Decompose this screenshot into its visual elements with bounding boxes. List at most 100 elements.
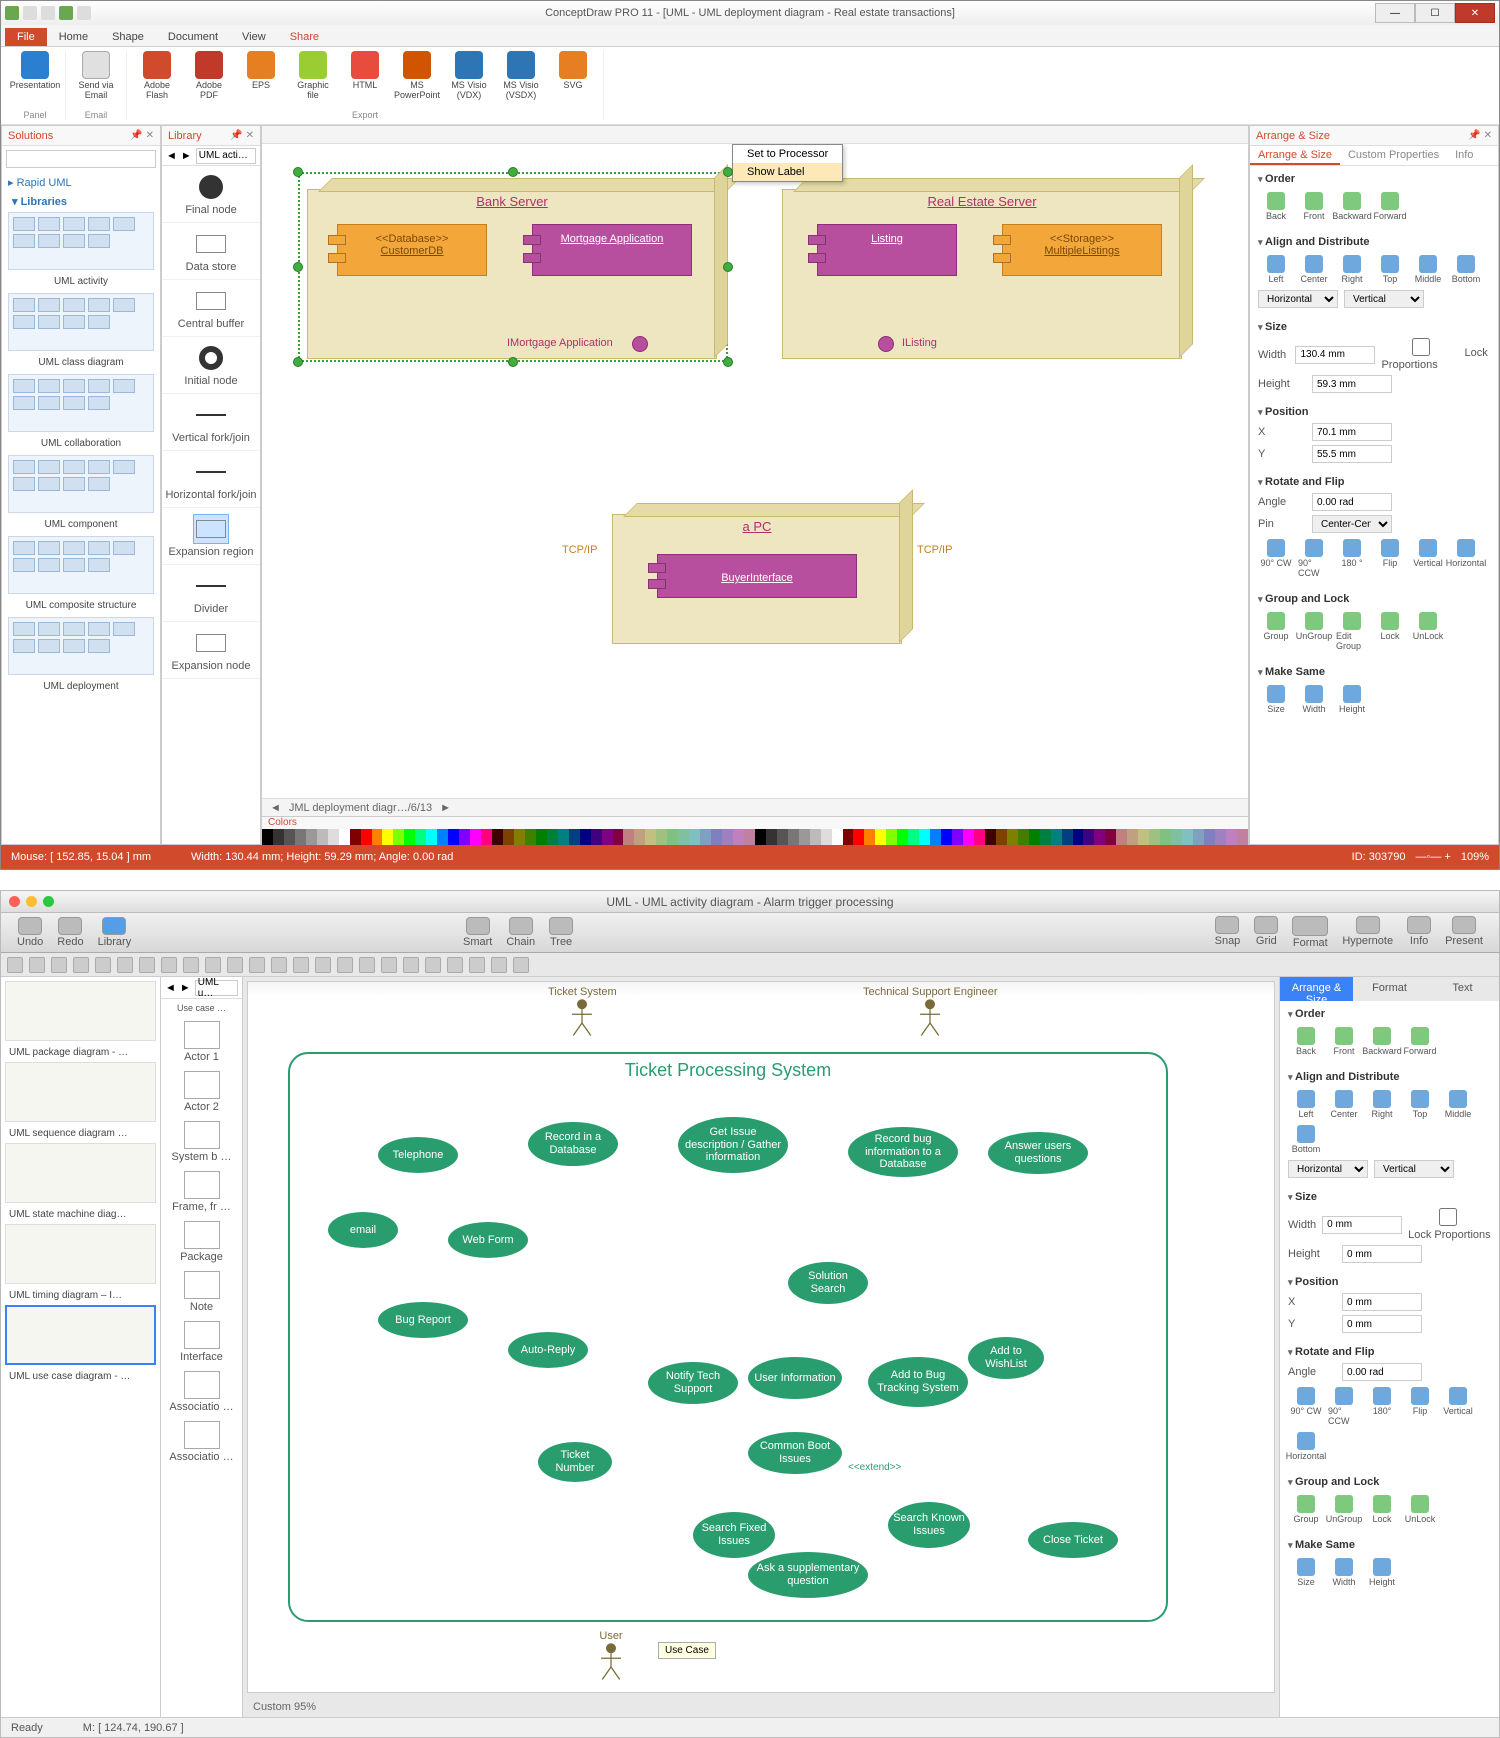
library-item[interactable]: Associatio …: [161, 1367, 242, 1417]
color-swatch[interactable]: [766, 829, 777, 845]
arr-btn[interactable]: Horizontal: [1448, 537, 1484, 580]
color-swatch[interactable]: [273, 829, 284, 845]
color-swatch[interactable]: [448, 829, 459, 845]
arr-btn[interactable]: 90° CCW: [1296, 537, 1332, 580]
color-swatch[interactable]: [306, 829, 317, 845]
tool-icon[interactable]: [491, 957, 507, 973]
arr-btn[interactable]: Bottom: [1448, 253, 1484, 286]
color-swatch[interactable]: [821, 829, 832, 845]
color-swatch[interactable]: [952, 829, 963, 845]
ribbon-button[interactable]: Graphic file: [291, 51, 335, 101]
selection-handle[interactable]: [293, 167, 303, 177]
tool-icon[interactable]: [51, 957, 67, 973]
ribbon-button[interactable]: MS PowerPoint: [395, 51, 439, 101]
color-swatch[interactable]: [1051, 829, 1062, 845]
y-input[interactable]: [1312, 445, 1392, 463]
arr-btn[interactable]: Back: [1258, 190, 1294, 223]
tool-icon[interactable]: [271, 957, 287, 973]
angle-input[interactable]: [1312, 493, 1392, 511]
color-swatch[interactable]: [580, 829, 591, 845]
color-swatch[interactable]: [328, 829, 339, 845]
tool-icon[interactable]: [7, 957, 23, 973]
nav-fwd-icon[interactable]: ►: [180, 982, 191, 994]
color-swatch[interactable]: [1160, 829, 1171, 845]
color-swatch[interactable]: [415, 829, 426, 845]
tab-document[interactable]: Document: [156, 28, 230, 46]
arr-btn[interactable]: Front: [1326, 1025, 1362, 1058]
solution-thumb[interactable]: [8, 212, 154, 270]
height-input[interactable]: [1312, 375, 1392, 393]
color-swatch[interactable]: [667, 829, 678, 845]
ctx-item[interactable]: Show Label: [733, 163, 842, 181]
height-input[interactable]: [1342, 1245, 1422, 1263]
color-swatch[interactable]: [1083, 829, 1094, 845]
color-swatch[interactable]: [656, 829, 667, 845]
usecase[interactable]: Add to Bug Tracking System: [868, 1357, 968, 1407]
color-swatch[interactable]: [919, 829, 930, 845]
arr-tab[interactable]: Format: [1353, 977, 1426, 1001]
selection-handle[interactable]: [293, 262, 303, 272]
toolbar-button[interactable]: Chain: [500, 915, 541, 950]
toolbar-button[interactable]: Hypernote: [1336, 914, 1399, 951]
color-swatch[interactable]: [284, 829, 295, 845]
color-swatch[interactable]: [722, 829, 733, 845]
x-input[interactable]: [1312, 423, 1392, 441]
library-item[interactable]: Horizontal fork/join: [162, 451, 260, 508]
arr-btn[interactable]: 180°: [1364, 1385, 1400, 1428]
color-swatch[interactable]: [317, 829, 328, 845]
ribbon-button[interactable]: Presentation: [13, 51, 57, 91]
ribbon-button[interactable]: EPS: [239, 51, 283, 101]
color-swatch[interactable]: [426, 829, 437, 845]
tool-icon[interactable]: [447, 957, 463, 973]
color-swatch[interactable]: [503, 829, 514, 845]
usecase[interactable]: Add to WishList: [968, 1337, 1044, 1379]
arr-btn[interactable]: Lock: [1372, 610, 1408, 653]
color-swatch[interactable]: [886, 829, 897, 845]
arr-btn[interactable]: Right: [1334, 253, 1370, 286]
usecase[interactable]: Telephone: [378, 1137, 458, 1173]
arr-btn[interactable]: Edit Group: [1334, 610, 1370, 653]
color-swatch[interactable]: [1226, 829, 1237, 845]
arr-btn[interactable]: Bottom: [1288, 1123, 1324, 1156]
color-swatch[interactable]: [788, 829, 799, 845]
arr-btn[interactable]: Middle: [1440, 1088, 1476, 1121]
tool-icon[interactable]: [293, 957, 309, 973]
arr-btn[interactable]: UnGroup: [1326, 1493, 1362, 1526]
arr-btn[interactable]: UnGroup: [1296, 610, 1332, 653]
selection-handle[interactable]: [508, 167, 518, 177]
arr-btn[interactable]: UnLock: [1410, 610, 1446, 653]
arr-btn[interactable]: 180 °: [1334, 537, 1370, 580]
arr-btn[interactable]: Center: [1326, 1088, 1362, 1121]
color-swatch[interactable]: [492, 829, 503, 845]
arr-btn[interactable]: Lock: [1364, 1493, 1400, 1526]
color-swatch[interactable]: [591, 829, 602, 845]
color-swatch[interactable]: [547, 829, 558, 845]
align-v-select[interactable]: Vertical: [1374, 1160, 1454, 1178]
library-item[interactable]: Initial node: [162, 337, 260, 394]
usecase[interactable]: Web Form: [448, 1222, 528, 1258]
usecase[interactable]: Search Known Issues: [888, 1502, 970, 1548]
color-swatch[interactable]: [1138, 829, 1149, 845]
color-swatch[interactable]: [1062, 829, 1073, 845]
selection-handle[interactable]: [508, 357, 518, 367]
solution-thumb[interactable]: [8, 455, 154, 513]
zoom-slider[interactable]: —◦— +: [1415, 851, 1450, 863]
library-item[interactable]: Divider: [162, 565, 260, 622]
selection-handle[interactable]: [723, 357, 733, 367]
tool-icon[interactable]: [513, 957, 529, 973]
library-item[interactable]: Package: [161, 1217, 242, 1267]
color-swatch[interactable]: [1171, 829, 1182, 845]
actor-engineer[interactable]: Technical Support Engineer: [863, 986, 998, 1038]
library-item[interactable]: Expansion region: [162, 508, 260, 565]
color-swatch[interactable]: [459, 829, 470, 845]
tab-shape[interactable]: Shape: [100, 28, 156, 46]
color-swatch[interactable]: [711, 829, 722, 845]
ribbon-button[interactable]: MS Visio (VSDX): [499, 51, 543, 101]
ctx-item[interactable]: Set to Processor: [733, 145, 842, 163]
color-swatch[interactable]: [1127, 829, 1138, 845]
color-swatch[interactable]: [645, 829, 656, 845]
color-swatch[interactable]: [1040, 829, 1051, 845]
color-swatch[interactable]: [985, 829, 996, 845]
color-swatch[interactable]: [393, 829, 404, 845]
color-swatch[interactable]: [634, 829, 645, 845]
